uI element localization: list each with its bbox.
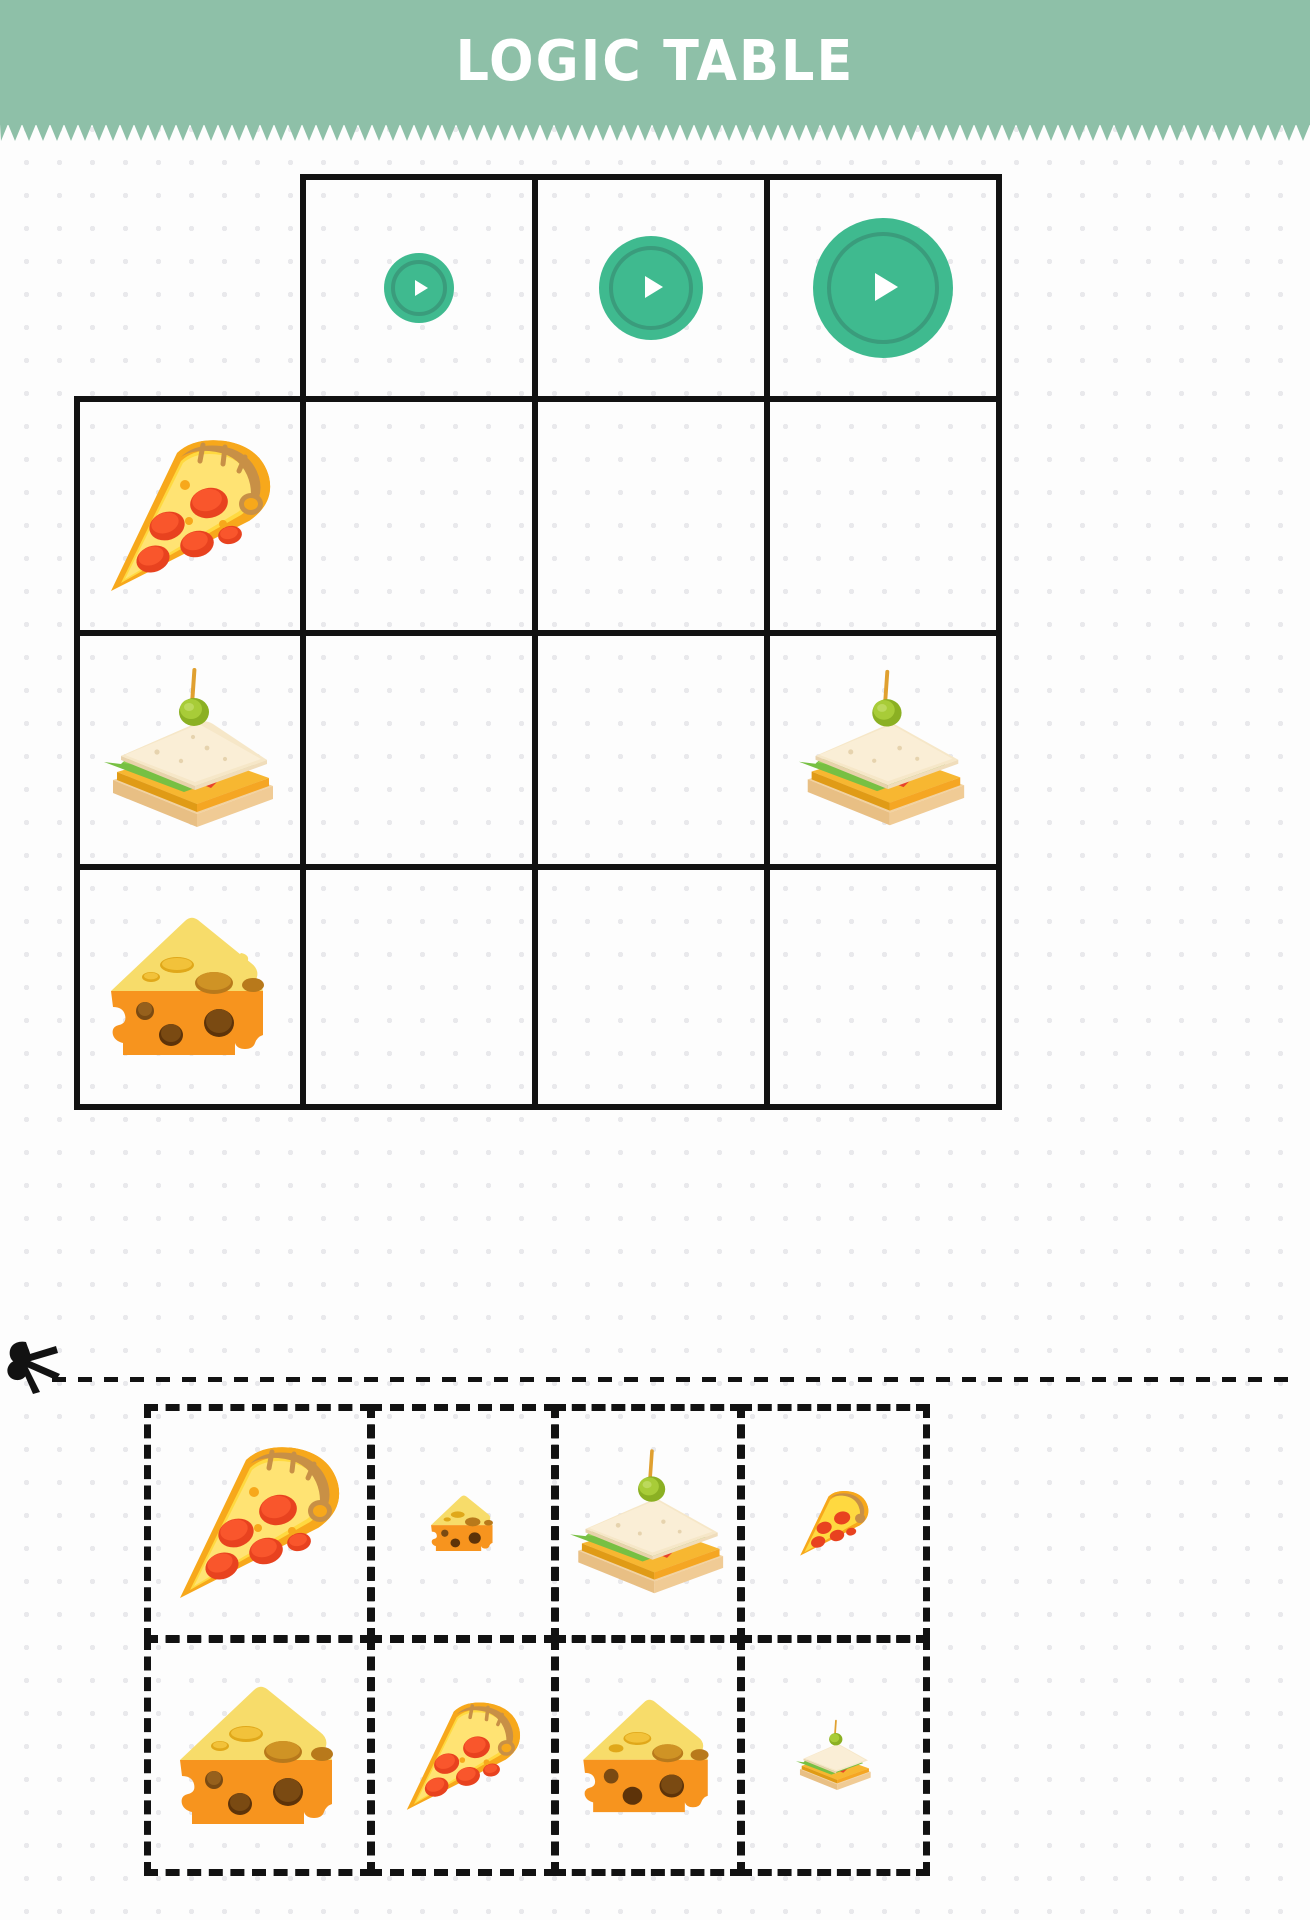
zigzag-icon bbox=[0, 123, 1310, 141]
circle-size-small-icon bbox=[384, 253, 454, 323]
page-title: LOGIC TABLE bbox=[455, 29, 855, 94]
grid-cell-cheese-medium[interactable] bbox=[532, 864, 770, 1110]
grid-header-row-pizza[interactable] bbox=[74, 396, 306, 636]
logic-table-grid bbox=[74, 174, 1002, 1110]
grid-cell-sandwich-small[interactable] bbox=[300, 630, 538, 870]
grid-cell-pizza-large[interactable] bbox=[764, 396, 1002, 636]
cheese-wedge-row-icon-wrap bbox=[80, 870, 300, 1104]
grid-header-col-medium[interactable] bbox=[532, 174, 770, 402]
grid-header-col-large[interactable] bbox=[764, 174, 1002, 402]
grid-cell-cheese-large[interactable] bbox=[764, 864, 1002, 1110]
cheese-wedge-icon bbox=[180, 1686, 333, 1824]
cheese-wedge-icon bbox=[583, 1699, 709, 1812]
cutout-piece-sandwich-large[interactable] bbox=[552, 1404, 744, 1642]
sandwich-icon bbox=[104, 668, 273, 827]
scissors-icon bbox=[6, 1338, 62, 1396]
cutout-piece-cheese-medium[interactable] bbox=[552, 1636, 744, 1876]
grid-header-col-small[interactable] bbox=[300, 174, 538, 402]
sandwich-icon bbox=[798, 669, 965, 826]
sandwich-icon bbox=[570, 1448, 724, 1593]
cutout-piece-pizza-small[interactable] bbox=[738, 1404, 930, 1642]
size-circle-large-wrap bbox=[770, 180, 996, 396]
cutout-piece-cheese-small[interactable] bbox=[368, 1404, 558, 1642]
header-zigzag-edge bbox=[0, 123, 1310, 141]
pizza-slice-row-icon-wrap bbox=[80, 402, 300, 630]
cheese-wedge-icon bbox=[431, 1494, 493, 1551]
cutout-piece-pizza-large[interactable] bbox=[144, 1404, 374, 1642]
cutout-piece-sandwich-small[interactable] bbox=[738, 1636, 930, 1876]
grid-cell-pizza-small[interactable] bbox=[300, 396, 538, 636]
pizza-slice-icon bbox=[406, 1702, 521, 1810]
pizza-slice-icon bbox=[800, 1490, 869, 1556]
grid-cell-sandwich-large[interactable] bbox=[764, 630, 1002, 870]
size-circle-medium-wrap bbox=[538, 180, 764, 396]
cut-line-dashed bbox=[52, 1377, 1300, 1382]
pizza-slice-icon bbox=[111, 440, 271, 591]
size-circle-small-wrap bbox=[306, 180, 532, 396]
grid-cell-cheese-small[interactable] bbox=[300, 864, 538, 1110]
sandwich-icon bbox=[795, 1719, 871, 1791]
grid-cell-pizza-medium[interactable] bbox=[532, 396, 770, 636]
grid-corner-blank bbox=[74, 174, 306, 402]
cheese-wedge-icon bbox=[111, 917, 264, 1055]
header-banner: LOGIC TABLE bbox=[0, 0, 1310, 123]
cutout-piece-cheese-large[interactable] bbox=[144, 1636, 374, 1876]
pizza-slice-icon bbox=[180, 1447, 340, 1598]
grid-header-row-sandwich[interactable] bbox=[74, 630, 306, 870]
grid-header-row-cheese[interactable] bbox=[74, 864, 306, 1110]
circle-size-large-icon bbox=[813, 218, 953, 358]
cutout-pieces-area bbox=[144, 1404, 1082, 1876]
sandwich-row-icon-wrap bbox=[80, 636, 300, 864]
sandwich-large-answer-wrap bbox=[770, 636, 996, 864]
circle-size-medium-icon bbox=[599, 236, 703, 340]
cutout-piece-pizza-medium[interactable] bbox=[368, 1636, 558, 1876]
grid-cell-sandwich-medium[interactable] bbox=[532, 630, 770, 870]
